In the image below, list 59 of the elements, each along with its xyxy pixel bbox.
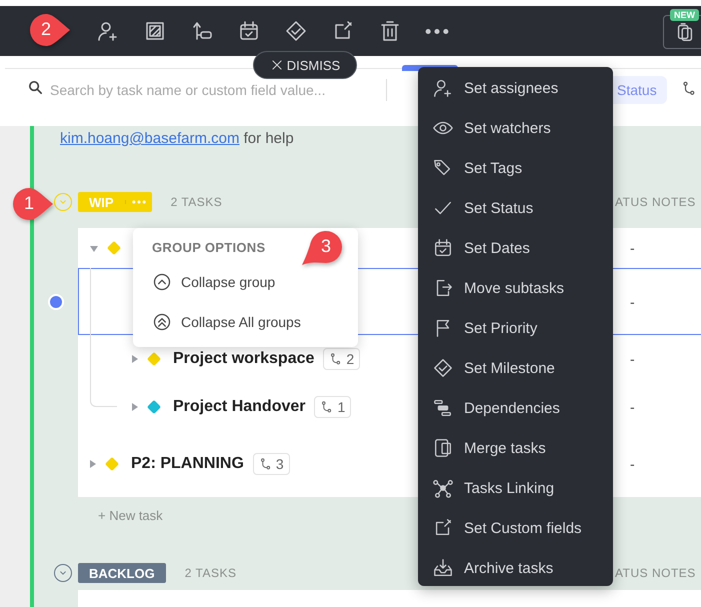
help-text: kim.hoang@basefarm.com for help — [60, 130, 294, 149]
calendar-icon — [432, 237, 454, 259]
step-callout: 2 — [28, 12, 72, 48]
selection-dot — [48, 294, 64, 310]
menu-item[interactable]: Set Status — [418, 188, 613, 228]
step-callout: 1 — [11, 186, 55, 222]
caret-icon[interactable] — [132, 355, 138, 363]
toolbar-button[interactable] — [425, 28, 449, 34]
caret-icon[interactable] — [90, 460, 96, 468]
group-name: BACKLOG — [88, 566, 156, 580]
menu-item[interactable]: Archive tasks — [418, 548, 613, 588]
stacked-pages-icon — [432, 437, 454, 459]
menu-item[interactable]: Set Custom fields — [418, 508, 613, 548]
subtask-count[interactable]: 3 — [252, 453, 290, 475]
subtask-count[interactable]: 1 — [314, 396, 352, 418]
table-cell-text: - — [630, 456, 636, 472]
caret-icon[interactable] — [132, 403, 138, 411]
more-icon — [425, 28, 449, 34]
menu-item[interactable]: Set watchers — [418, 108, 613, 148]
collapse-toggle[interactable] — [54, 564, 72, 582]
task-name[interactable]: P2: PLANNING — [131, 455, 244, 473]
diamond-check-icon — [284, 19, 308, 43]
menu-item[interactable]: Set Dates — [418, 228, 613, 268]
task-count: 2 TASKS — [184, 566, 236, 580]
menu-item[interactable]: Set Tags — [418, 148, 613, 188]
more-icon — [132, 200, 146, 204]
diamond-check-icon — [432, 357, 454, 379]
menu-item[interactable]: Merge tasks — [418, 428, 613, 468]
double-chevron-circle-icon — [152, 312, 172, 332]
bars-icon — [432, 397, 454, 419]
table-cell-text: - — [630, 399, 636, 415]
group-badge[interactable]: BACKLOG — [78, 563, 166, 583]
caret-icon[interactable] — [90, 246, 98, 252]
menu-item[interactable]: Move subtasks — [418, 268, 613, 308]
search-icon — [27, 78, 44, 96]
network-icon — [432, 477, 454, 499]
toolbar-button[interactable] — [284, 19, 308, 43]
subtask-count[interactable]: 2 — [323, 348, 360, 370]
column-header: ATUS NOTES — [615, 566, 697, 580]
close-icon — [270, 58, 284, 72]
step-callout: 3 — [300, 229, 344, 265]
person-plus-icon — [432, 77, 454, 99]
popover-title: GROUP OPTIONS — [152, 240, 266, 257]
tray-download-icon — [432, 557, 454, 579]
task-name[interactable]: Project Handover — [173, 398, 306, 416]
menu-item[interactable]: Dependencies — [418, 388, 613, 428]
new-badge: NEW — [670, 9, 699, 21]
dismiss-button[interactable]: DISMISS — [253, 51, 357, 79]
chevron-circle-icon — [152, 272, 172, 292]
email-link[interactable]: kim.hoang@basefarm.com — [60, 130, 240, 147]
task-name[interactable]: Project workspace — [173, 350, 314, 368]
task-count: 2 TASKS — [170, 195, 222, 209]
group-name: WIP — [88, 194, 115, 210]
table-cell-text: - — [630, 351, 636, 367]
table-cell-text: - — [630, 294, 636, 310]
menu-item[interactable]: Collapse group — [152, 262, 358, 302]
column-header: ATUS NOTES — [615, 195, 697, 209]
search-field[interactable]: Search by task name or custom field value... — [50, 82, 380, 98]
table-cell-text: - — [630, 240, 636, 256]
